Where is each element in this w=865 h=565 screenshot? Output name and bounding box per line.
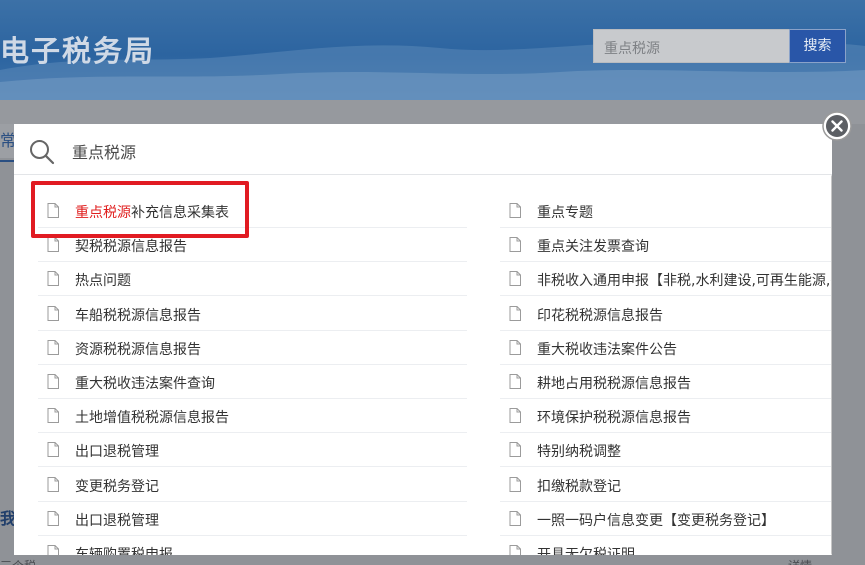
document-icon: [47, 510, 59, 526]
result-item-text: 重大税收违法案件查询: [75, 376, 215, 392]
result-item[interactable]: 耕地占用税税源信息报告: [500, 365, 831, 399]
document-icon: [509, 408, 521, 424]
result-item-label[interactable]: 重点关注发票查询: [537, 236, 649, 256]
result-item[interactable]: 扣缴税款登记: [500, 468, 831, 502]
result-item-label[interactable]: 车辆购置税申报: [75, 544, 173, 555]
result-item-text: 重点关注发票查询: [537, 239, 649, 256]
close-icon[interactable]: [822, 111, 852, 141]
document-icon: [509, 305, 521, 321]
result-item[interactable]: 土地增值税税源信息报告: [38, 399, 467, 434]
result-item-label[interactable]: 特别纳税调整: [537, 441, 621, 461]
result-item-text: 变更税务登记: [75, 478, 159, 495]
result-item[interactable]: 印花税税源信息报告: [500, 297, 831, 331]
result-item-text: 资源税税源信息报告: [75, 341, 201, 358]
document-icon: [47, 476, 59, 492]
result-item-text: 热点问题: [75, 273, 131, 290]
bottom-detail-link[interactable]: 详情: [788, 557, 812, 565]
tab-active-underline: [0, 160, 14, 162]
document-icon: [47, 271, 59, 287]
result-item[interactable]: 重大税收违法案件查询: [38, 365, 467, 399]
site-title: 电子税务局: [0, 34, 156, 68]
result-item-text: 契税税源信息报告: [75, 239, 187, 256]
result-item-label[interactable]: 重点专题: [537, 202, 593, 222]
document-icon: [509, 203, 521, 218]
document-icon: [47, 545, 59, 555]
result-item[interactable]: 重点专题: [500, 194, 831, 228]
document-icon: [509, 271, 521, 287]
result-item-text: 一照一码户信息变更【变更税务登记】: [537, 512, 775, 529]
result-item-label[interactable]: 印花税税源信息报告: [537, 305, 663, 325]
result-item-label[interactable]: 环境保护税税源信息报告: [537, 407, 691, 427]
result-item-label[interactable]: 资源税税源信息报告: [75, 339, 201, 359]
result-item-text: 土地增值税税源信息报告: [75, 410, 229, 427]
document-icon: [47, 408, 59, 424]
result-item-label[interactable]: 热点问题: [75, 270, 131, 290]
result-item[interactable]: 环境保护税税源信息报告: [500, 399, 831, 434]
document-icon: [509, 237, 521, 253]
modal-search-bar: 重点税源: [14, 124, 832, 175]
result-item-text: 重大税收违法案件公告: [537, 341, 677, 358]
bottom-text: 三个税: [0, 557, 36, 565]
nav-band: [0, 100, 865, 124]
document-icon: [47, 374, 59, 389]
result-item-text: 扣缴税款登记: [537, 478, 621, 495]
document-icon: [47, 237, 59, 253]
result-item[interactable]: 热点问题: [38, 262, 467, 297]
result-item-text: 出口退税管理: [75, 444, 159, 461]
result-item-label[interactable]: 出口退税管理: [75, 510, 159, 530]
result-item[interactable]: 车辆购置税申报: [38, 536, 467, 555]
header-search-input[interactable]: 重点税源: [593, 29, 789, 63]
result-item-text: 印花税税源信息报告: [537, 307, 663, 324]
document-icon: [509, 545, 521, 555]
result-item[interactable]: 资源税税源信息报告: [38, 331, 467, 365]
document-icon: [509, 339, 521, 355]
result-item[interactable]: 变更税务登记: [38, 468, 467, 502]
result-item[interactable]: 车船税税源信息报告: [38, 297, 467, 331]
search-icon[interactable]: [28, 138, 56, 166]
result-item-text: 车辆购置税申报: [75, 547, 173, 555]
result-item-label[interactable]: 开具无欠税证明: [537, 544, 635, 555]
result-item-text: 出口退税管理: [75, 512, 159, 529]
result-item-label[interactable]: 一照一码户信息变更【变更税务登记】: [537, 510, 775, 530]
modal-search-input[interactable]: 重点税源: [72, 139, 136, 163]
result-item[interactable]: 重点关注发票查询: [500, 228, 831, 263]
result-item-label[interactable]: 重大税收违法案件公告: [537, 339, 677, 359]
result-item-text: 耕地占用税税源信息报告: [537, 376, 691, 392]
document-icon: [509, 510, 521, 526]
document-icon: [509, 476, 521, 492]
result-item[interactable]: 一照一码户信息变更【变更税务登记】: [500, 502, 831, 536]
result-item-label[interactable]: 扣缴税款登记: [537, 476, 621, 496]
result-item-text: 车船税税源信息报告: [75, 307, 201, 324]
result-item-label[interactable]: 重大税收违法案件查询: [75, 373, 215, 393]
document-icon: [509, 374, 521, 389]
tab-common[interactable]: 常: [0, 124, 14, 158]
result-item-text: 重点专题: [537, 205, 593, 221]
result-item-text: 环境保护税税源信息报告: [537, 410, 691, 427]
result-item-label[interactable]: 车船税税源信息报告: [75, 305, 201, 325]
result-item[interactable]: 出口退税管理: [38, 502, 467, 536]
result-item-label[interactable]: 非税收入通用申报【非税,水利建设,可再生能源,残: [537, 270, 832, 290]
document-icon: [47, 339, 59, 355]
scrollbar-thumb[interactable]: [831, 175, 832, 555]
header-search-button[interactable]: 搜索: [789, 29, 846, 63]
section-heading: 我: [0, 509, 14, 528]
result-item-label[interactable]: 变更税务登记: [75, 476, 159, 496]
result-item[interactable]: 出口退税管理: [38, 433, 467, 468]
document-icon: [47, 442, 59, 458]
result-item-text: 特别纳税调整: [537, 444, 621, 461]
result-item-text: 开具无欠税证明: [537, 547, 635, 555]
result-item[interactable]: 非税收入通用申报【非税,水利建设,可再生能源,残: [500, 262, 832, 297]
result-item-label[interactable]: 出口退税管理: [75, 441, 159, 461]
result-item[interactable]: 重大税收违法案件公告: [500, 331, 831, 365]
document-icon: [509, 442, 521, 458]
result-item[interactable]: 开具无欠税证明: [500, 536, 831, 555]
result-item[interactable]: 特别纳税调整: [500, 433, 831, 468]
result-item-label[interactable]: 耕地占用税税源信息报告: [537, 373, 691, 393]
annotation-highlight-box: [31, 181, 249, 238]
result-item-text: 非税收入通用申报【非税,水利建设,可再生能源,残: [537, 273, 832, 290]
result-item-label[interactable]: 土地增值税税源信息报告: [75, 407, 229, 427]
document-icon: [47, 305, 59, 321]
result-item-label[interactable]: 契税税源信息报告: [75, 236, 187, 256]
